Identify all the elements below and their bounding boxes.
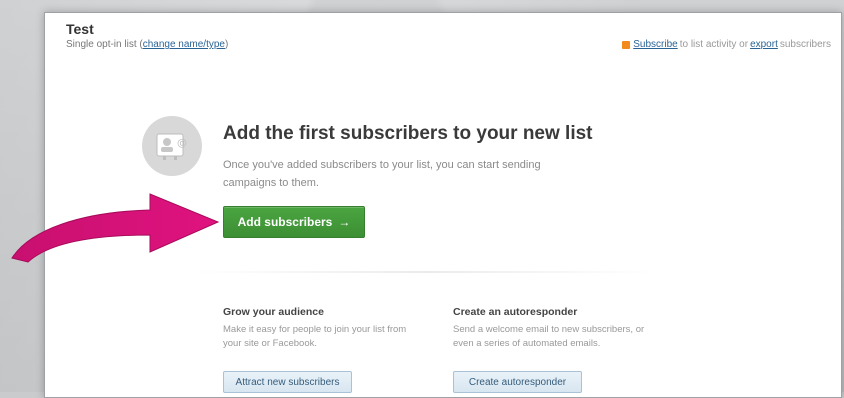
empty-state-headline: Add the first subscribers to your new li… (223, 123, 593, 144)
subscribe-link[interactable]: Subscribe (633, 39, 677, 50)
attract-new-subscribers-button[interactable]: Attract new subscribers (223, 371, 352, 393)
autoresponder-description: Send a welcome email to new subscribers,… (453, 324, 645, 349)
grow-audience-title: Grow your audience (223, 306, 324, 318)
section-divider (195, 271, 655, 273)
add-subscribers-button[interactable]: Add subscribers → (223, 206, 365, 238)
list-type: Single opt-in list (change name/type) (66, 39, 228, 50)
pointer-arrow-icon (11, 193, 220, 263)
autoresponder-section: Create an autoresponder Send a welcome e… (453, 306, 653, 351)
change-name-type-link[interactable]: change name/type (143, 39, 225, 50)
create-autoresponder-button[interactable]: Create autoresponder (453, 371, 582, 393)
subscribe-middle-text: to list activity or (679, 39, 749, 50)
rss-icon (622, 40, 631, 49)
grow-audience-section: Grow your audience Make it easy for peop… (223, 306, 423, 351)
list-title: Test (66, 21, 94, 37)
arrow-right-icon: → (338, 215, 351, 229)
address-card-icon: @ (142, 116, 202, 176)
subscribe-end-text: subscribers (779, 39, 831, 50)
add-subscribers-label: Add subscribers (237, 215, 333, 229)
autoresponder-title: Create an autoresponder (453, 306, 578, 318)
svg-text:@: @ (177, 138, 187, 149)
export-link[interactable]: export (750, 39, 778, 50)
list-type-prefix: Single opt-in list ( (66, 39, 143, 50)
grow-audience-description: Make it easy for people to join your lis… (223, 324, 407, 349)
list-type-suffix: ) (224, 39, 229, 50)
subscribe-bar: Subscribe to list activity or export sub… (622, 39, 831, 50)
empty-state-description: Once you've added subscribers to your li… (223, 159, 541, 189)
